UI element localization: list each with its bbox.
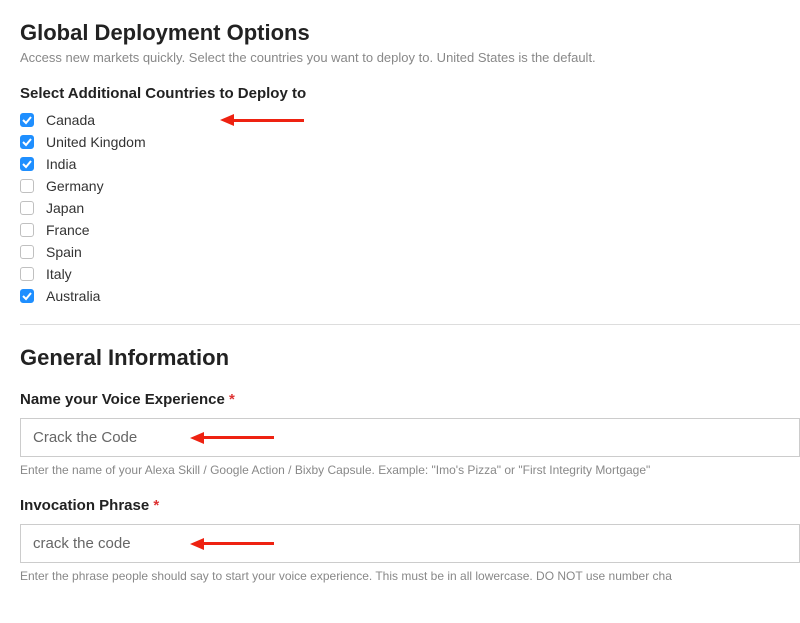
country-label: Spain [46, 244, 82, 260]
checkbox-icon[interactable] [20, 179, 34, 193]
country-row-france[interactable]: France [20, 222, 800, 238]
name-field-label: Name your Voice Experience * [20, 391, 800, 408]
country-label: Australia [46, 288, 100, 304]
required-indicator: * [153, 497, 159, 514]
country-row-india[interactable]: India [20, 156, 800, 172]
country-label: Canada [46, 112, 95, 128]
page-subtitle: Access new markets quickly. Select the c… [20, 50, 800, 65]
country-label: France [46, 222, 90, 238]
country-label: Germany [46, 178, 104, 194]
checkbox-icon[interactable] [20, 223, 34, 237]
checkbox-icon[interactable] [20, 157, 34, 171]
name-field-help: Enter the name of your Alexa Skill / Goo… [20, 463, 800, 477]
country-row-italy[interactable]: Italy [20, 266, 800, 282]
voice-experience-name-input[interactable] [20, 418, 800, 457]
country-row-germany[interactable]: Germany [20, 178, 800, 194]
checkbox-icon[interactable] [20, 135, 34, 149]
checkbox-icon[interactable] [20, 245, 34, 259]
countries-list: Canada United Kingdom India Germany Japa… [20, 112, 800, 304]
annotation-arrow-icon [220, 114, 304, 126]
countries-section-label: Select Additional Countries to Deploy to [20, 85, 800, 102]
general-info-title: General Information [20, 345, 800, 371]
country-row-uk[interactable]: United Kingdom [20, 134, 800, 150]
invocation-field-help: Enter the phrase people should say to st… [20, 569, 800, 583]
checkbox-icon[interactable] [20, 289, 34, 303]
section-divider [20, 324, 800, 325]
country-row-australia[interactable]: Australia [20, 288, 800, 304]
country-label: United Kingdom [46, 134, 146, 150]
country-row-canada[interactable]: Canada [20, 112, 800, 128]
checkbox-icon[interactable] [20, 267, 34, 281]
country-label: Japan [46, 200, 84, 216]
invocation-field-label: Invocation Phrase * [20, 497, 800, 514]
country-label: Italy [46, 266, 72, 282]
invocation-phrase-input[interactable] [20, 524, 800, 563]
page-title: Global Deployment Options [20, 20, 800, 46]
checkbox-icon[interactable] [20, 201, 34, 215]
country-label: India [46, 156, 76, 172]
country-row-japan[interactable]: Japan [20, 200, 800, 216]
country-row-spain[interactable]: Spain [20, 244, 800, 260]
checkbox-icon[interactable] [20, 113, 34, 127]
required-indicator: * [229, 391, 235, 408]
